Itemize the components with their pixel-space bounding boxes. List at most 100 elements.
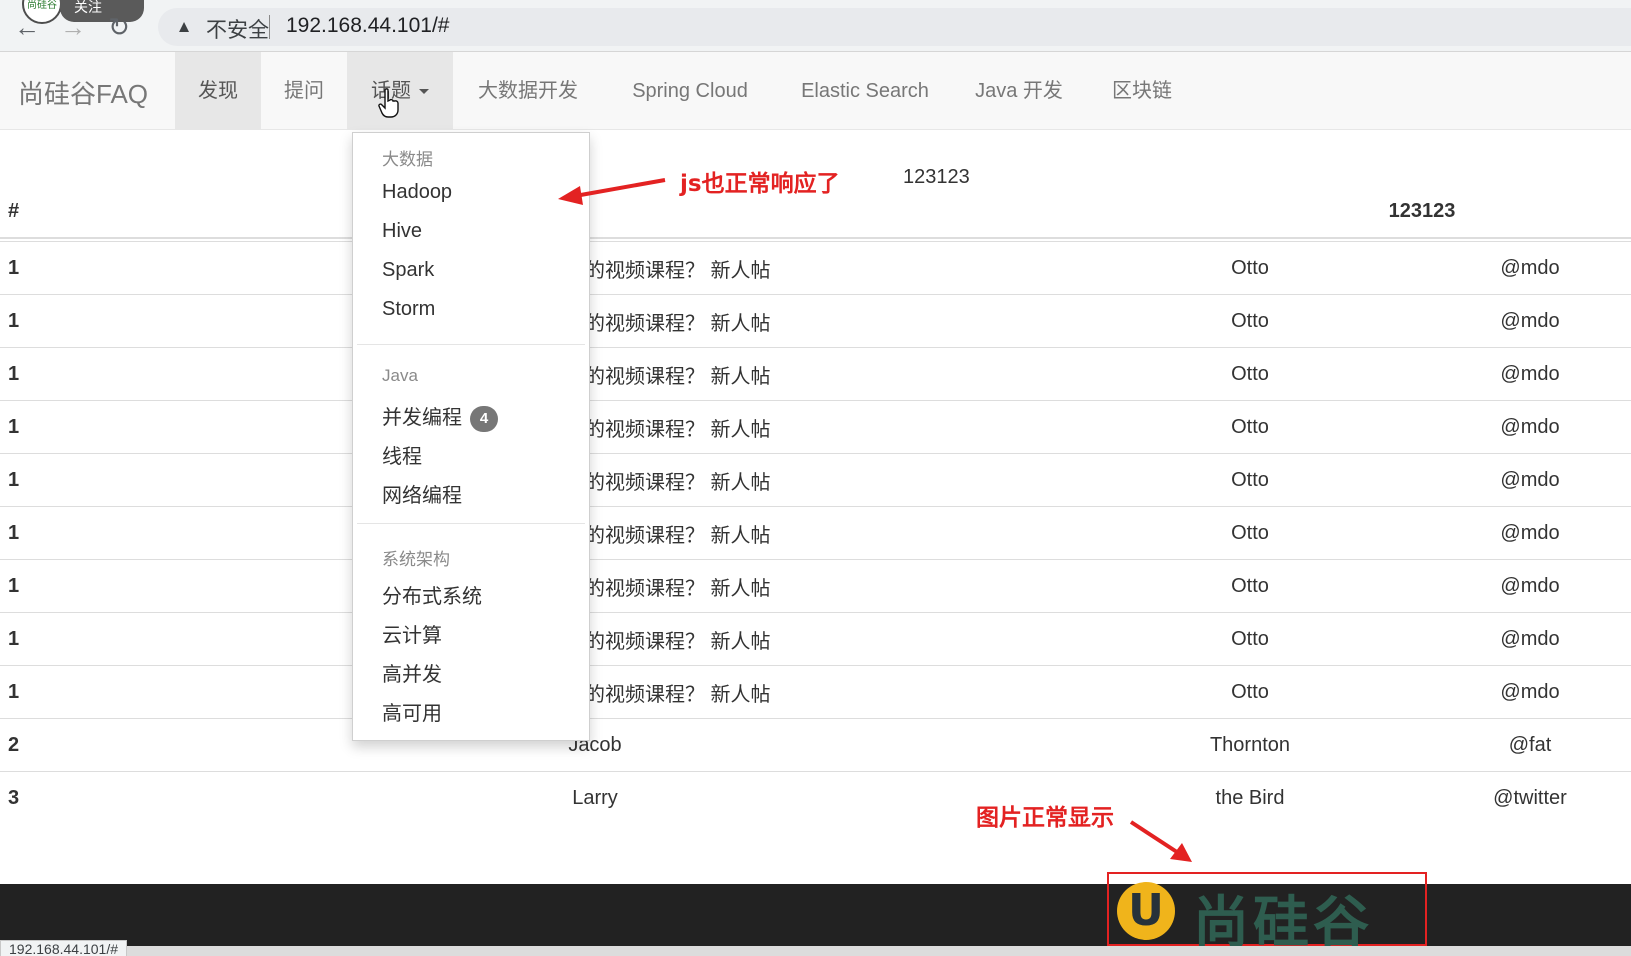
row-last: Otto <box>1231 680 1269 703</box>
menu-item-cloud-computing[interactable]: 云计算 <box>382 619 442 648</box>
row-first: 的视频课程？ 新人帖 <box>585 524 771 547</box>
nav-item-label: 区块链 <box>1112 80 1172 102</box>
row-first: 的视频课程？ 新人帖 <box>585 683 771 706</box>
table-header-col: 123123 <box>1388 200 1456 222</box>
url-text[interactable]: 192.168.44.101/# <box>286 14 450 38</box>
table-row: 1 的视频课程？ 新人帖 Otto @mdo <box>0 506 1631 559</box>
topics-dropdown-menu: 大数据 Hadoop Hive Spark Storm Java 并发编程 4 线… <box>352 132 590 741</box>
row-user: @fat <box>1508 733 1552 756</box>
row-index: 1 <box>8 256 20 279</box>
address-bar[interactable]: ▲ 不安全 192.168.44.101/# <box>158 8 1631 46</box>
dropdown-header-java: Java <box>382 366 418 385</box>
row-user: @twitter <box>1493 786 1567 809</box>
nav-item-discover[interactable]: 发现 <box>175 52 261 130</box>
row-first: 的视频课程？ 新人帖 <box>585 630 771 653</box>
table-row: 1 的视频课程？ 新人帖 Otto @mdo <box>0 612 1631 665</box>
brand-link[interactable]: 尚硅谷FAQ <box>18 74 148 111</box>
table-row: 1 的视频课程？ 新人帖 Otto @mdo <box>0 400 1631 453</box>
menu-item-network-programming[interactable]: 网络编程 <box>382 479 462 508</box>
table-row: 1 的视频课程？ 新人帖 Otto @mdo <box>0 453 1631 506</box>
annotation-image-note: 图片正常显示 <box>976 805 1114 831</box>
row-first: 的视频课程？ 新人帖 <box>585 471 771 494</box>
nav-item-label: Spring Cloud <box>632 80 748 102</box>
row-last: Otto <box>1231 362 1269 385</box>
table-header-index: # <box>8 200 20 222</box>
nav-item-ask[interactable]: 提问 <box>261 52 347 130</box>
hand-cursor-icon <box>378 88 399 118</box>
table-row: 1 的视频课程？ 新人帖 Otto @mdo <box>0 241 1631 294</box>
menu-item-concurrency[interactable]: 并发编程 4 <box>382 401 498 432</box>
app-navbar: 尚硅谷FAQ 发现 提问 话题 大数据开发 Spring Cloud Elast… <box>0 52 1631 130</box>
menu-item-distributed-systems[interactable]: 分布式系统 <box>382 580 482 609</box>
dropdown-divider <box>357 523 585 524</box>
row-index: 2 <box>8 733 20 756</box>
nav-item-spring-cloud[interactable]: Spring Cloud <box>614 52 766 130</box>
row-index: 1 <box>8 627 20 650</box>
row-first: Larry <box>572 786 618 809</box>
row-index: 1 <box>8 521 20 544</box>
row-last: Otto <box>1231 574 1269 597</box>
row-last: Otto <box>1231 415 1269 438</box>
menu-item-storm[interactable]: Storm <box>382 298 435 321</box>
footer-logo: U 尚硅谷 <box>1107 872 1427 956</box>
menu-item-threads[interactable]: 线程 <box>382 440 422 469</box>
table-row: 1 的视频课程？ 新人帖 Otto @mdo <box>0 665 1631 718</box>
security-label[interactable]: 不安全 <box>206 14 269 44</box>
nav-item-label: 发现 <box>198 80 238 102</box>
nav-item-blockchain[interactable]: 区块链 <box>1096 52 1188 130</box>
menu-item-high-concurrency[interactable]: 高并发 <box>382 658 442 687</box>
nav-item-java[interactable]: Java 开发 <box>964 52 1074 130</box>
reload-icon[interactable]: ↻ <box>104 12 134 42</box>
logo-mark: U <box>1117 882 1175 940</box>
row-user: @mdo <box>1500 468 1560 491</box>
row-last: the Bird <box>1215 786 1285 809</box>
row-user: @mdo <box>1500 627 1560 650</box>
row-index: 1 <box>8 362 20 385</box>
table-row: 1 的视频课程？ 新人帖 Otto @mdo <box>0 294 1631 347</box>
row-first: 的视频课程？ 新人帖 <box>585 259 771 282</box>
logo-text: 尚硅谷 <box>1193 891 1373 956</box>
menu-item-hadoop[interactable]: Hadoop <box>382 181 452 204</box>
nav-item-label: Java 开发 <box>975 80 1063 102</box>
count-badge: 4 <box>470 405 498 432</box>
back-icon[interactable]: ← <box>12 12 42 42</box>
dropdown-divider <box>357 344 585 345</box>
row-user: @mdo <box>1500 574 1560 597</box>
row-index: 1 <box>8 309 20 332</box>
annotation-js-note: js也正常响应了 <box>680 171 840 197</box>
nav-item-bigdata[interactable]: 大数据开发 <box>464 52 592 130</box>
table-row: 1 的视频课程？ 新人帖 Otto @mdo <box>0 559 1631 612</box>
row-first: 的视频课程？ 新人帖 <box>585 577 771 600</box>
row-index: 1 <box>8 468 20 491</box>
dropdown-header-bigdata: 大数据 <box>382 150 433 169</box>
row-last: Otto <box>1231 256 1269 279</box>
row-last: Otto <box>1231 309 1269 332</box>
nav-item-topics-dropdown[interactable]: 话题 <box>347 52 453 130</box>
row-index: 1 <box>8 574 20 597</box>
row-first: 的视频课程？ 新人帖 <box>585 418 771 441</box>
row-first: 的视频课程？ 新人帖 <box>585 365 771 388</box>
table-row: 1 的视频课程？ 新人帖 Otto @mdo <box>0 347 1631 400</box>
nav-item-elastic-search[interactable]: Elastic Search <box>782 52 948 130</box>
caret-down-icon <box>419 89 429 95</box>
omnibox-separator <box>269 15 270 39</box>
nav-item-label: Elastic Search <box>801 80 929 102</box>
forward-icon[interactable]: → <box>58 12 88 42</box>
row-user: @mdo <box>1500 256 1560 279</box>
row-index: 1 <box>8 680 20 703</box>
table-row: 3 Larry the Bird @twitter <box>0 771 1631 824</box>
menu-item-spark[interactable]: Spark <box>382 259 434 282</box>
menu-item-hive[interactable]: Hive <box>382 220 422 243</box>
menu-item-high-availability[interactable]: 高可用 <box>382 697 442 726</box>
browser-toolbar: 尚硅谷 关注 ← → ↻ ▲ 不安全 192.168.44.101/# <box>0 0 1631 52</box>
row-last: Thornton <box>1209 733 1291 756</box>
nav-item-label: 大数据开发 <box>478 80 578 102</box>
dropdown-header-architecture: 系统架构 <box>382 550 450 569</box>
warning-icon[interactable]: ▲ <box>174 17 194 37</box>
menu-item-label: 并发编程 <box>382 407 462 429</box>
row-user: @mdo <box>1500 521 1560 544</box>
row-last: Otto <box>1231 521 1269 544</box>
row-last: Otto <box>1231 468 1269 491</box>
row-index: 1 <box>8 415 20 438</box>
table-row: 2 Jacob Thornton @fat <box>0 718 1631 771</box>
